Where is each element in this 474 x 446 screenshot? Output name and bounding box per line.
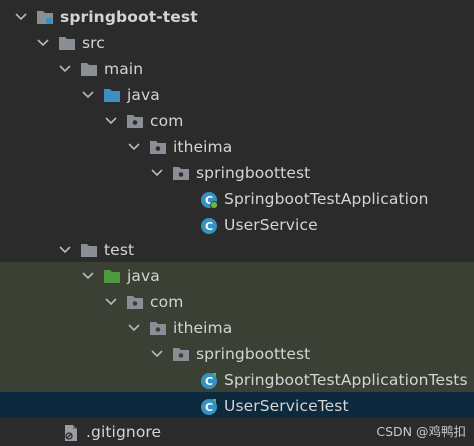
chevron-down-icon[interactable]	[14, 10, 28, 24]
tree-row-main-com[interactable]: com	[0, 108, 474, 134]
project-name: springboot-test	[60, 8, 198, 26]
chevron-down-icon[interactable]	[81, 88, 95, 102]
project-folder-icon	[36, 9, 54, 25]
package-label-com: com	[150, 293, 184, 311]
svg-text:C: C	[205, 401, 213, 414]
source-root-folder-icon	[103, 87, 121, 103]
project-tree: springboot-test src main java com itheim…	[0, 0, 474, 446]
class-icon: C	[200, 217, 218, 234]
chevron-down-icon[interactable]	[127, 140, 141, 154]
tree-row-main-itheima[interactable]: itheima	[0, 134, 474, 160]
tree-row-class-userservicetest[interactable]: C UserServiceTest	[0, 393, 474, 419]
tree-row-main-java[interactable]: java	[0, 82, 474, 108]
tree-row-test-java[interactable]: java	[0, 263, 474, 289]
package-icon	[149, 139, 167, 155]
test-class-icon: C	[200, 372, 218, 389]
class-label: UserService	[224, 216, 318, 234]
chevron-down-icon[interactable]	[150, 347, 164, 361]
chevron-down-icon[interactable]	[81, 269, 95, 283]
package-icon	[126, 294, 144, 310]
folder-icon	[58, 35, 76, 51]
tree-row-class-springboottestapplicationtests[interactable]: C SpringbootTestApplicationTests	[0, 367, 474, 393]
file-label-gitignore: .gitignore	[86, 423, 162, 441]
tree-row-test-springboottest[interactable]: springboottest	[0, 341, 474, 367]
chevron-down-icon[interactable]	[104, 114, 118, 128]
folder-label-java: java	[127, 86, 160, 104]
folder-label-src: src	[82, 34, 105, 52]
spring-class-icon: C	[200, 191, 218, 209]
tree-row-test-itheima[interactable]: itheima	[0, 315, 474, 341]
package-label-itheima: itheima	[173, 319, 233, 337]
gitignore-file-icon	[62, 424, 80, 441]
watermark: CSDN @鸡鸭扣	[376, 424, 466, 439]
tree-row-main-springboottest[interactable]: springboottest	[0, 160, 474, 186]
chevron-down-icon[interactable]	[104, 295, 118, 309]
package-label-springboottest: springboottest	[196, 164, 311, 182]
package-icon	[172, 346, 190, 362]
chevron-down-icon[interactable]	[58, 243, 72, 257]
chevron-down-icon[interactable]	[127, 321, 141, 335]
tree-row-main[interactable]: main	[0, 56, 474, 82]
class-label: SpringbootTestApplicationTests	[224, 371, 468, 389]
folder-label-main: main	[104, 60, 144, 78]
chevron-down-icon[interactable]	[58, 62, 72, 76]
class-label: SpringbootTestApplication	[224, 190, 429, 208]
chevron-down-icon[interactable]	[150, 166, 164, 180]
tree-row-class-springboottestapplication[interactable]: C SpringbootTestApplication	[0, 186, 474, 212]
tree-row-src[interactable]: src	[0, 30, 474, 56]
test-source-root-folder-icon	[103, 268, 121, 284]
package-icon	[126, 113, 144, 129]
package-label-com: com	[150, 112, 184, 130]
class-label: UserServiceTest	[224, 397, 349, 415]
svg-text:C: C	[205, 220, 213, 233]
package-icon	[172, 165, 190, 181]
package-label-springboottest: springboottest	[196, 345, 311, 363]
folder-label-java: java	[127, 267, 160, 285]
folder-label-test: test	[104, 241, 135, 259]
package-label-itheima: itheima	[173, 138, 233, 156]
tree-row-class-userservice[interactable]: C UserService	[0, 212, 474, 238]
chevron-down-icon[interactable]	[36, 36, 50, 50]
tree-row-test[interactable]: test	[0, 237, 474, 263]
tree-row-test-com[interactable]: com	[0, 289, 474, 315]
tree-row-project[interactable]: springboot-test	[0, 4, 474, 30]
folder-icon	[80, 242, 98, 258]
package-icon	[149, 320, 167, 336]
svg-text:C: C	[205, 375, 213, 388]
folder-icon	[80, 61, 98, 77]
test-class-icon: C	[200, 398, 218, 415]
